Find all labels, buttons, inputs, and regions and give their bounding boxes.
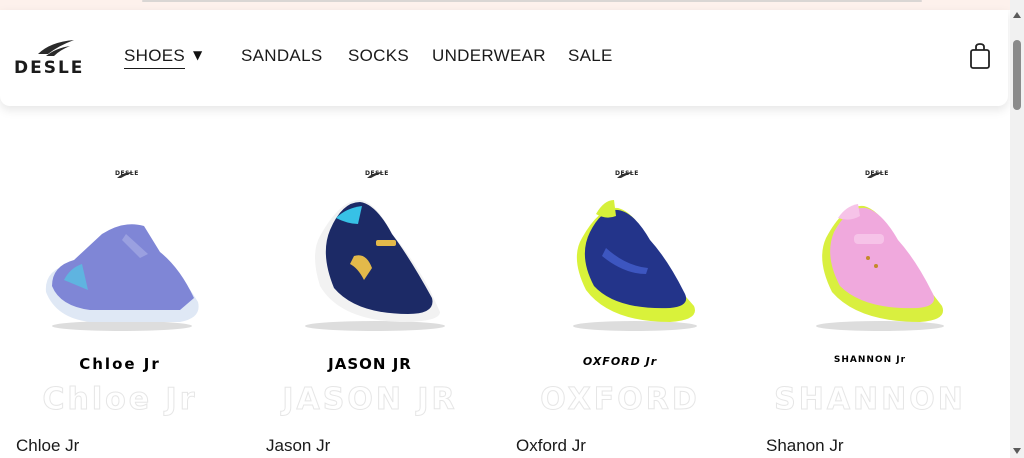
chevron-down-icon[interactable]: ▼ <box>193 48 202 62</box>
scrollbar-thumb[interactable] <box>1013 40 1021 110</box>
model-logotype: Chloe Jr <box>79 355 161 373</box>
product-image[interactable] <box>280 194 460 334</box>
product-title[interactable]: Chloe Jr <box>16 436 79 456</box>
nav-item-sandals[interactable]: SANDALS <box>241 46 322 66</box>
scroll-up-arrow-icon[interactable] <box>1013 12 1021 18</box>
product-card[interactable]: DESLE Chloe Jr Chloe Jr Chloe Jr <box>0 150 240 458</box>
nav-item-sale[interactable]: SALE <box>568 46 613 66</box>
mini-brand-logo: DESLE <box>865 170 889 178</box>
vertical-scrollbar[interactable] <box>1010 0 1024 458</box>
product-title[interactable]: Jason Jr <box>266 436 330 456</box>
brand-logo[interactable]: DESLE <box>14 38 96 80</box>
browser-top-strip <box>0 0 1010 10</box>
product-title[interactable]: Oxford Jr <box>516 436 586 456</box>
mini-brand-logo: DESLE <box>615 170 639 178</box>
product-card[interactable]: DESLE SHANNON Jr SHANNON Shanon Jr <box>750 150 990 458</box>
nav-item-shoes[interactable]: SHOES <box>124 46 186 69</box>
model-logotype: OXFORD Jr <box>582 355 658 368</box>
nav-item-underwear[interactable]: UNDERWEAR <box>432 46 546 66</box>
brand-wordmark: DESLE <box>14 58 85 78</box>
mini-brand-logo: DESLE <box>115 170 139 178</box>
product-image[interactable] <box>30 194 210 334</box>
model-watermark: Chloe Jr <box>42 382 198 417</box>
model-watermark: SHANNON <box>774 382 966 417</box>
mini-brand-logo: DESLE <box>365 170 389 178</box>
model-watermark: OXFORD <box>540 382 700 417</box>
product-title[interactable]: Shanon Jr <box>766 436 844 456</box>
address-bar-edge <box>142 0 922 2</box>
model-logotype: JASON JR <box>328 355 412 373</box>
product-card[interactable]: DESLE OXFORD Jr OXFORD Oxford Jr <box>500 150 740 458</box>
product-card[interactable]: DESLE JASON JR JASON JR Jason Jr <box>250 150 490 458</box>
model-logotype: SHANNON Jr <box>833 355 907 365</box>
model-watermark: JASON JR <box>282 382 458 417</box>
product-image[interactable] <box>530 194 710 334</box>
scroll-down-arrow-icon[interactable] <box>1013 448 1021 454</box>
nav-item-socks[interactable]: SOCKS <box>348 46 409 66</box>
product-image[interactable] <box>780 194 960 334</box>
shopping-bag-icon[interactable] <box>968 42 992 70</box>
site-header: DESLE SHOES ▼ SANDALS SOCKS UNDERWEAR SA… <box>0 10 1008 106</box>
brand-swoosh-icon <box>38 40 74 56</box>
